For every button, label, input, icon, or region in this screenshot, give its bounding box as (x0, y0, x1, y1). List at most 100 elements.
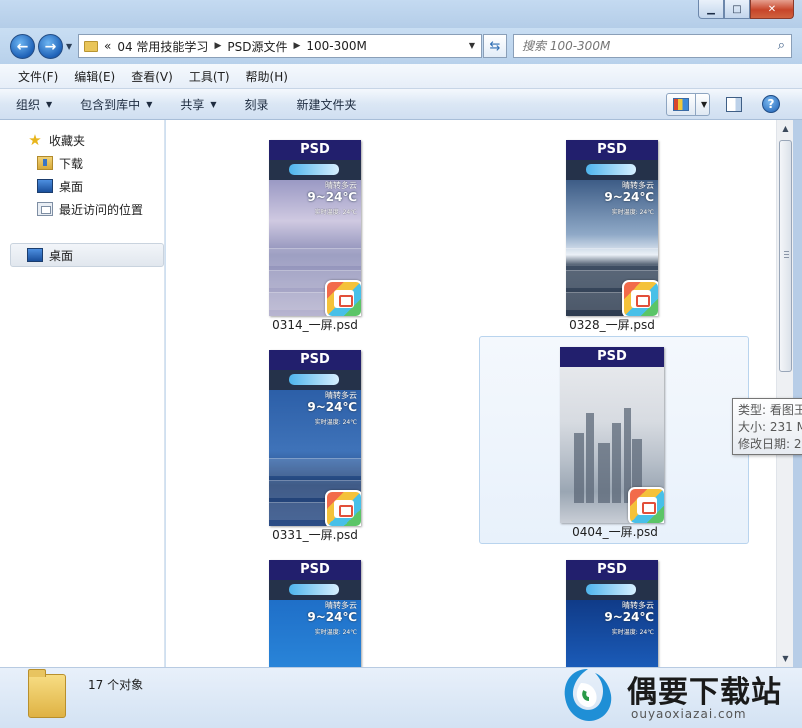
forecast-row (566, 248, 658, 266)
sidebar-item-recent[interactable]: 最近访问的位置 (37, 198, 143, 220)
item-count: 17 个对象 (88, 678, 144, 692)
file-item[interactable]: PSD 0404_一屏.psd (479, 336, 749, 544)
app-header (566, 580, 658, 600)
file-list[interactable]: PSD 晴转多云 9~24℃ 实时温度: 24℃ 0314_一屏.psd PSD 晴转多云 9… (166, 120, 776, 667)
chevron-down-icon: ▼ (146, 99, 153, 109)
back-button[interactable]: ← (10, 34, 35, 59)
app-logo-icon (289, 164, 339, 175)
file-item[interactable]: PSD 晴转多云 9~24℃ 实时温度: 24℃ (477, 550, 747, 667)
sidebar-item-downloads[interactable]: 下载 (37, 152, 83, 174)
app-header (269, 370, 361, 390)
psd-badge: PSD (566, 140, 658, 160)
temperature-text: 9~24℃ (307, 400, 357, 414)
command-bar: 组织 ▼ 包含到库中 ▼ 共享 ▼ 刻录 新建文件夹 ▼ ? (0, 89, 802, 120)
forward-button[interactable]: → (38, 34, 63, 59)
new-folder-button[interactable]: 新建文件夹 (297, 96, 357, 113)
organize-label: 组织 (16, 97, 41, 112)
search-box[interactable]: ⌕ (513, 34, 792, 58)
image-viewer-app-icon (325, 490, 361, 526)
file-item[interactable]: PSD 晴转多云 9~24℃ 实时温度: 24℃ 0331_一屏.psd (180, 340, 450, 548)
search-icon[interactable]: ⌕ (778, 38, 785, 53)
breadcrumb-item[interactable]: PSD源文件 (227, 38, 287, 55)
watermark-logo-icon (564, 669, 612, 721)
tooltip-type: 类型: 看图王 (738, 403, 802, 417)
scroll-grip (784, 254, 789, 255)
file-thumbnail[interactable]: PSD 晴转多云 9~24℃ 实时温度: 24℃ (566, 560, 658, 667)
psd-badge: PSD (269, 140, 361, 160)
change-view-button[interactable]: ▼ (666, 93, 710, 116)
file-name[interactable]: 0314_一屏.psd (180, 316, 450, 333)
skyline-building (598, 443, 610, 503)
file-thumbnail[interactable]: PSD 晴转多云 9~24℃ 实时温度: 24℃ (269, 560, 361, 667)
share-button[interactable]: 共享 ▼ (180, 96, 216, 113)
file-item[interactable]: PSD 晴转多云 9~24℃ 实时温度: 24℃ (180, 550, 450, 667)
search-input[interactable] (522, 39, 762, 53)
image-viewer-glyph (631, 290, 651, 308)
refresh-button[interactable]: ⇆ (483, 34, 507, 58)
watermark: 偶要下载站 ouyaoxiazai.com (555, 661, 802, 728)
file-item[interactable]: PSD 晴转多云 9~24℃ 实时温度: 24℃ 0314_一屏.psd (180, 130, 450, 338)
star-icon: ★ (28, 131, 42, 149)
file-item[interactable]: PSD 晴转多云 9~24℃ 实时温度: 24℃ 0328_一屏.psd (477, 130, 747, 338)
new-folder-label: 新建文件夹 (296, 97, 357, 112)
sidebar-item-desktop-fav[interactable]: 桌面 (37, 175, 83, 197)
file-thumbnail[interactable]: PSD 晴转多云 9~24℃ 实时温度: 24℃ (269, 140, 361, 316)
address-dropdown-button[interactable]: ▼ (469, 41, 475, 50)
breadcrumb-item[interactable]: 100-300M (306, 39, 367, 53)
refresh-icon: ⇆ (489, 38, 501, 54)
vertical-scrollbar[interactable]: ▲ ▼ (776, 120, 793, 667)
maximize-button[interactable]: □ (724, 0, 750, 19)
include-in-library-button[interactable]: 包含到库中 ▼ (80, 96, 152, 113)
app-header (269, 160, 361, 180)
file-name[interactable]: 0328_一屏.psd (477, 316, 747, 333)
title-bar: ▁ □ ✕ (0, 0, 802, 28)
image-viewer-glyph (334, 290, 354, 308)
psd-badge: PSD (269, 350, 361, 370)
menu-bar: 文件(F) 编辑(E) 查看(V) 工具(T) 帮助(H) (0, 64, 802, 89)
chevron-down-icon[interactable]: ▼ (701, 100, 707, 109)
chevron-right-icon[interactable]: ▶ (214, 41, 221, 51)
skyline-building (586, 413, 594, 503)
file-thumbnail[interactable]: PSD (560, 347, 664, 523)
close-button[interactable]: ✕ (750, 0, 794, 19)
download-folder-icon (37, 156, 53, 170)
scroll-up-button[interactable]: ▲ (777, 120, 794, 137)
menu-tools[interactable]: 工具(T) (181, 68, 238, 85)
sidebar-item-desktop[interactable]: 桌面 (27, 244, 73, 266)
psd-badge: PSD (560, 347, 664, 367)
temperature-text: 9~24℃ (307, 610, 357, 624)
burn-button[interactable]: 刻录 (245, 96, 269, 113)
app-header (566, 160, 658, 180)
address-bar[interactable]: « 04 常用技能学习 ▶ PSD源文件 ▶ 100-300M ▼ (78, 34, 482, 58)
preview-pane-button[interactable] (726, 97, 742, 112)
navigation-pane: ★ 收藏夹 下载 桌面 最近访问的位置 桌面 (0, 120, 165, 667)
recent-pages-button[interactable]: ▼ (66, 42, 72, 51)
minimize-button[interactable]: ▁ (698, 0, 724, 19)
help-icon: ? (767, 97, 775, 111)
file-name[interactable]: 0404_一屏.psd (480, 523, 750, 540)
app-header (269, 580, 361, 600)
menu-file[interactable]: 文件(F) (10, 68, 66, 85)
menu-view[interactable]: 查看(V) (123, 68, 181, 85)
sidebar-item-favorites[interactable]: ★ 收藏夹 (27, 129, 85, 151)
scroll-thumb[interactable] (779, 140, 792, 372)
feels-like-text: 实时温度: 24℃ (314, 629, 357, 636)
share-label: 共享 (180, 97, 205, 112)
thumbnail-image: 晴转多云 9~24℃ 实时温度: 24℃ (269, 600, 361, 667)
file-thumbnail[interactable]: PSD 晴转多云 9~24℃ 实时温度: 24℃ (269, 350, 361, 526)
feels-like-text: 实时温度: 24℃ (611, 209, 654, 216)
breadcrumb-item[interactable]: 04 常用技能学习 (117, 38, 208, 55)
forecast-row (269, 248, 361, 266)
organize-button[interactable]: 组织 ▼ (16, 96, 52, 113)
temperature-text: 9~24℃ (307, 190, 357, 204)
file-name[interactable]: 0331_一屏.psd (180, 526, 450, 543)
menu-help[interactable]: 帮助(H) (238, 68, 296, 85)
breadcrumb-overflow[interactable]: « (104, 39, 111, 53)
chevron-down-icon: ▼ (210, 99, 217, 109)
menu-edit[interactable]: 编辑(E) (66, 68, 123, 85)
forecast-row (269, 458, 361, 476)
help-button[interactable]: ? (762, 95, 780, 113)
file-thumbnail[interactable]: PSD 晴转多云 9~24℃ 实时温度: 24℃ (566, 140, 658, 316)
burn-label: 刻录 (244, 97, 269, 112)
chevron-right-icon[interactable]: ▶ (293, 41, 300, 51)
